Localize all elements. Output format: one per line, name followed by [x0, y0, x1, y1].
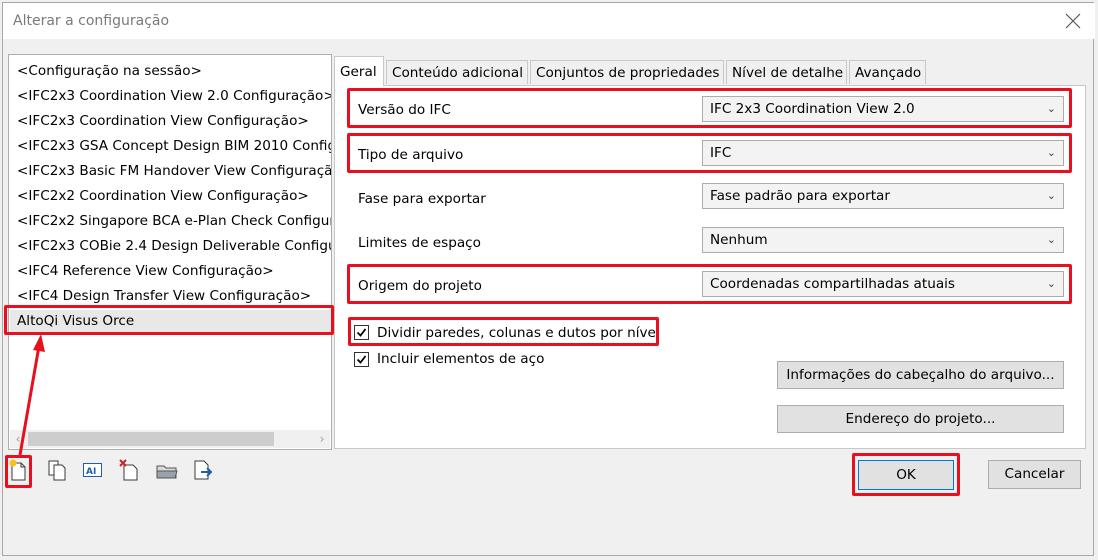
- file-header-button[interactable]: Informações do cabeçalho do arquivo...: [777, 361, 1064, 389]
- include-steel-checkbox[interactable]: [354, 352, 369, 367]
- tab-avancado[interactable]: Avançado: [849, 60, 926, 84]
- split-walls-label: Dividir paredes, colunas e dutos por nív…: [377, 325, 660, 341]
- ok-button[interactable]: OK: [858, 460, 954, 490]
- phase-label: Fase para exportar: [358, 191, 486, 207]
- new-setup-icon[interactable]: [8, 458, 30, 482]
- ifc-version-value: IFC 2x3 Coordination View 2.0: [710, 101, 915, 117]
- project-origin-label: Origem do projeto: [358, 278, 482, 294]
- include-steel-label: Incluir elementos de aço: [377, 351, 545, 367]
- chevron-down-icon: ⌄: [1046, 102, 1056, 115]
- scroll-left-icon[interactable]: ‹: [10, 430, 26, 448]
- setup-list-item[interactable]: <IFC2x2 Coordination View Configuração>: [17, 185, 309, 207]
- project-origin-value: Coordenadas compartilhadas atuais: [710, 276, 956, 292]
- tab-geral[interactable]: Geral: [334, 56, 384, 86]
- setup-list-item[interactable]: <IFC4 Design Transfer View Configuração>: [17, 285, 311, 307]
- setup-list[interactable]: <Configuração na sessão> <IFC2x3 Coordina…: [8, 54, 332, 450]
- scroll-thumb[interactable]: [28, 432, 274, 446]
- setup-list-item[interactable]: <IFC4 Reference View Configuração>: [17, 260, 274, 282]
- chevron-down-icon: ⌄: [1046, 233, 1056, 246]
- import-setup-icon[interactable]: [156, 458, 178, 482]
- dialog-title: Alterar a configuração: [13, 13, 170, 29]
- title-bar: Alterar a configuração: [3, 3, 1095, 39]
- project-origin-dropdown[interactable]: Coordenadas compartilhadas atuais ⌄: [702, 271, 1064, 297]
- project-address-button[interactable]: Endereço do projeto...: [777, 405, 1064, 433]
- file-type-dropdown[interactable]: IFC ⌄: [702, 140, 1064, 166]
- phase-value: Fase padrão para exportar: [710, 188, 890, 204]
- phase-dropdown[interactable]: Fase padrão para exportar ⌄: [702, 183, 1064, 209]
- space-bounds-label: Limites de espaço: [358, 235, 481, 251]
- tab-conjuntos-de-propriedades[interactable]: Conjuntos de propriedades: [530, 60, 724, 84]
- ifc-version-dropdown[interactable]: IFC 2x3 Coordination View 2.0 ⌄: [702, 96, 1064, 122]
- horizontal-scrollbar[interactable]: ‹ ›: [10, 430, 330, 448]
- setup-list-item[interactable]: AltoQi Visus Orce: [10, 310, 331, 332]
- chevron-down-icon: ⌄: [1046, 189, 1056, 202]
- file-type-value: IFC: [710, 145, 732, 161]
- chevron-down-icon: ⌄: [1046, 277, 1056, 290]
- export-setup-icon[interactable]: [192, 458, 214, 482]
- setup-list-item[interactable]: <IFC2x3 COBie 2.4 Design Deliverable Con…: [17, 235, 331, 257]
- ifc-version-label: Versão do IFC: [358, 102, 451, 118]
- tab-conteudo-adicional[interactable]: Conteúdo adicional: [386, 60, 528, 84]
- setup-list-item[interactable]: <Configuração na sessão>: [17, 60, 202, 82]
- setup-list-item[interactable]: <IFC2x3 Coordination View Configuração>: [17, 110, 309, 132]
- tab-nivel-de-detalhe[interactable]: Nível de detalhe: [726, 60, 847, 84]
- chevron-down-icon: ⌄: [1046, 146, 1056, 159]
- space-bounds-value: Nenhum: [710, 232, 768, 248]
- setup-list-item[interactable]: <IFC2x3 GSA Concept Design BIM 2010 Conf…: [17, 135, 331, 157]
- duplicate-setup-icon[interactable]: [46, 458, 68, 482]
- file-type-label: Tipo de arquivo: [358, 147, 464, 163]
- space-bounds-dropdown[interactable]: Nenhum ⌄: [702, 227, 1064, 253]
- close-icon[interactable]: [1061, 9, 1085, 33]
- rename-setup-icon[interactable]: AI: [82, 458, 104, 482]
- split-walls-checkbox[interactable]: [354, 325, 369, 340]
- delete-setup-icon[interactable]: [118, 458, 140, 482]
- cancel-button[interactable]: Cancelar: [988, 460, 1081, 489]
- setup-list-item[interactable]: <IFC2x3 Coordination View 2.0 Configuraç…: [17, 85, 331, 107]
- setup-list-item[interactable]: <IFC2x3 Basic FM Handover View Configura…: [17, 160, 331, 182]
- svg-text:AI: AI: [86, 467, 96, 477]
- scroll-right-icon[interactable]: ›: [314, 430, 330, 448]
- setup-list-item[interactable]: <IFC2x2 Singapore BCA e-Plan Check Confi…: [17, 210, 331, 232]
